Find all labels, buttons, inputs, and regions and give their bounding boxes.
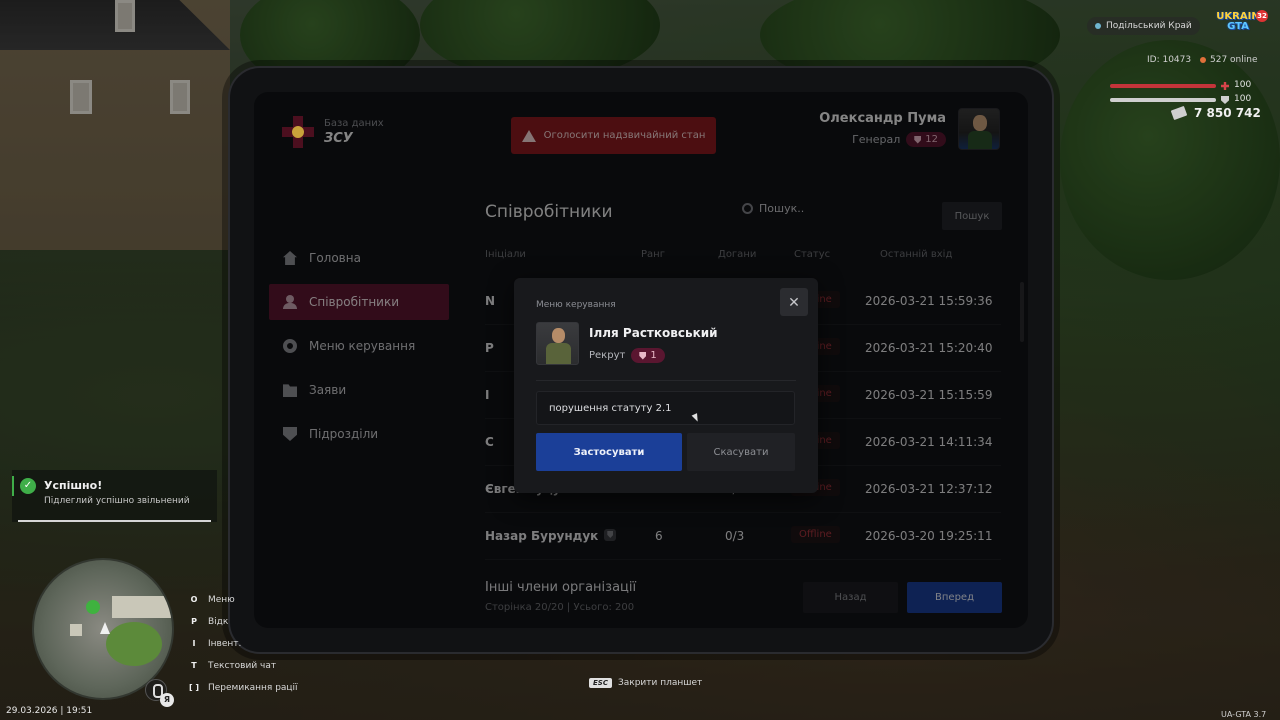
member-avatar: [536, 322, 579, 365]
money-value: 7 850 742: [1194, 106, 1261, 120]
member-card: Ілля Растковський Рекрут 1: [536, 322, 718, 365]
close-button[interactable]: ✕: [780, 288, 808, 316]
region-name: Подільський Край: [1106, 21, 1192, 31]
toast-text: Підлеглий успішно звільнений: [44, 496, 190, 506]
keybind-label: Перемикання рації: [208, 683, 298, 693]
map-green-area: [106, 622, 162, 666]
money-icon: [1170, 105, 1188, 121]
cancel-button[interactable]: Скасувати: [687, 433, 795, 471]
keybind-row: T Текстовий чат: [188, 655, 298, 677]
online-count: 527 online: [1200, 55, 1258, 65]
keybind-label: Меню: [208, 595, 235, 605]
success-toast: ✓ Успішно! Підлеглий успішно звільнений: [12, 470, 217, 522]
reason-input[interactable]: [536, 391, 795, 425]
toast-title: Успішно!: [44, 479, 103, 492]
datetime: 29.03.2026 | 19:51: [6, 706, 93, 716]
shield-icon: [639, 351, 647, 360]
key: [ ]: [188, 683, 200, 692]
armor-value: 100: [1234, 94, 1252, 104]
region-indicator: Подільський Край: [1087, 17, 1200, 35]
key: I: [192, 639, 196, 648]
map-building: [112, 596, 172, 618]
keybind-hints: O Меню P Відк I Інвент. T Текстовий чат …: [188, 589, 298, 699]
modal-overlay: Меню керування ✕ Ілля Растковський Рекру…: [254, 92, 1028, 628]
divider: [536, 380, 796, 381]
key: P: [191, 617, 197, 626]
close-tablet-label: Закрити планшет: [617, 678, 703, 688]
close-tablet-hint: ESC Закрити планшет: [589, 678, 702, 688]
member-level-badge: 1: [631, 348, 665, 363]
armor-bar: [1110, 98, 1216, 102]
apply-button[interactable]: Застосувати: [536, 433, 682, 471]
toast-accent: [12, 476, 14, 496]
member-level: 1: [650, 350, 657, 361]
online-text: 527 online: [1210, 55, 1258, 65]
map-building: [70, 624, 82, 636]
map-marker: [86, 600, 100, 614]
player-id: ID: 10473: [1147, 55, 1192, 65]
toast-progress: [18, 520, 211, 522]
esc-key: ESC: [589, 678, 612, 688]
server-logo: UKRAIN GTA 32: [1214, 10, 1268, 38]
member-rank: Рекрут: [589, 350, 626, 361]
keybind-label: Інвент.: [208, 639, 242, 649]
keybind-label: Текстовий чат: [208, 661, 277, 671]
keybind-row: P Відк: [188, 611, 298, 633]
location-icon: [1095, 23, 1101, 29]
tablet: База даних ЗСУ Оголосити надзвичайний ст…: [228, 66, 1054, 654]
version-label: UA-GTA 3.7: [1221, 710, 1267, 719]
check-icon: ✓: [20, 478, 36, 494]
close-icon: ✕: [788, 293, 800, 310]
keybind-row: O Меню: [188, 589, 298, 611]
member-name: Ілля Растковський: [589, 326, 718, 340]
logo-text-bottom: GTA: [1227, 21, 1249, 32]
keybind-row: [ ] Перемикання рації: [188, 677, 298, 699]
key: O: [190, 595, 198, 604]
control-menu-modal: Меню керування ✕ Ілля Растковський Рекру…: [514, 278, 818, 493]
player-marker-icon: [100, 622, 110, 634]
health-value: 100: [1234, 80, 1252, 90]
keybind-row: I Інвент.: [188, 633, 298, 655]
voice-badge: Я: [160, 693, 174, 707]
online-icon: [1200, 57, 1206, 63]
money-display: 7 850 742: [1170, 105, 1261, 121]
logo-badge: 32: [1256, 10, 1268, 22]
modal-title: Меню керування: [536, 300, 616, 310]
health-bar: [1110, 84, 1216, 88]
keybind-label: Відк: [208, 617, 229, 627]
key: T: [191, 661, 197, 670]
